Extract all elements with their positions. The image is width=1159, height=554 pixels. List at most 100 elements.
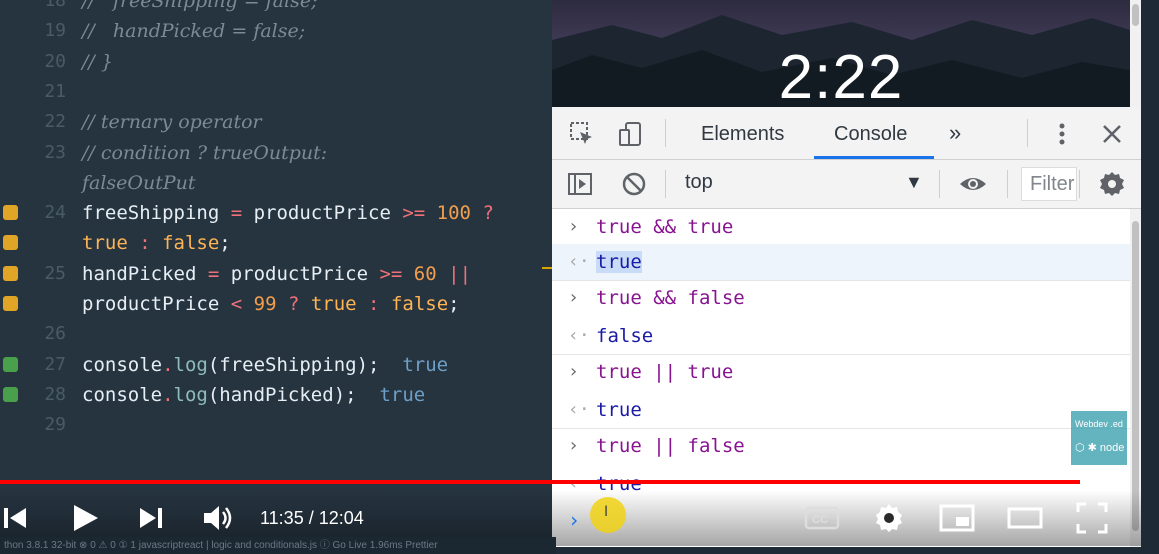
console-expression: true && false: [596, 287, 745, 309]
code-token: <: [230, 293, 243, 315]
console-input-row[interactable]: › true || false: [552, 428, 1130, 464]
line-number: 27: [44, 353, 66, 375]
close-icon[interactable]: [1098, 120, 1126, 148]
video-time: 11:35 / 12:04: [260, 508, 364, 528]
settings-gear-icon[interactable]: [872, 498, 906, 549]
toolbar-separator: [1027, 119, 1028, 147]
theater-mode-icon[interactable]: [1006, 498, 1044, 549]
devtools-tabbar: Elements Console »: [552, 107, 1141, 160]
console-result-row[interactable]: ‹· false: [552, 318, 1130, 354]
code-token: .: [162, 383, 174, 406]
code-token: 60: [413, 262, 437, 285]
code-token: :: [127, 232, 163, 255]
code-token: // }: [82, 50, 113, 73]
code-token: true: [379, 353, 449, 376]
line-number: 26: [44, 323, 66, 345]
input-chevron-icon: ›: [568, 435, 579, 456]
console-result: true: [596, 251, 642, 273]
code-token: >=: [379, 262, 403, 285]
code-token: handPicked: [82, 262, 208, 285]
active-tab-indicator: [814, 156, 934, 159]
console-result-row[interactable]: ‹· true: [552, 244, 1130, 280]
result-chevron-icon: ‹·: [568, 251, 590, 272]
code-token: // freeShipping = false;: [82, 0, 318, 12]
inspect-element-icon[interactable]: [568, 120, 596, 148]
code-token: true: [310, 293, 357, 315]
code-token: 99: [253, 293, 277, 315]
code-text: true : false;: [82, 228, 231, 258]
code-token: ;: [448, 293, 460, 315]
code-token: false: [390, 293, 449, 315]
code-token: falseOutPut: [82, 171, 196, 194]
code-text: // ternary operator: [82, 107, 262, 137]
input-chevron-icon: ›: [568, 361, 579, 382]
code-text: freeShipping = productPrice >= 100 ?: [82, 198, 494, 228]
result-chevron-icon: ‹·: [568, 325, 590, 346]
clear-console-icon[interactable]: [620, 170, 648, 198]
toolbar-separator: [939, 170, 940, 198]
console-result: false: [596, 325, 654, 347]
context-selector[interactable]: top: [685, 171, 713, 194]
code-token: productPrice: [82, 293, 231, 315]
fullscreen-icon[interactable]: [1074, 498, 1110, 549]
code-token: 100: [436, 202, 471, 225]
clock-display: 2:22: [778, 43, 904, 107]
code-text: // }: [82, 47, 113, 77]
sidebar-toggle-icon[interactable]: [566, 170, 594, 198]
cursor-highlight: I: [590, 497, 626, 533]
quokka-success-marker: [3, 356, 18, 372]
console-expression: true || true: [596, 361, 734, 383]
line-number: 25: [44, 262, 66, 284]
code-token: // condition ? trueOutput:: [82, 141, 328, 164]
more-tabs-button[interactable]: »: [949, 120, 961, 146]
quokka-pending-marker: [3, 235, 18, 251]
code-token: productPrice: [242, 202, 403, 225]
quokka-pending-marker: [3, 296, 18, 311]
kebab-menu-icon[interactable]: [1048, 120, 1076, 148]
line-number: 21: [44, 80, 66, 102]
line-number: 22: [44, 111, 66, 133]
code-token: productPrice: [219, 262, 380, 285]
page-scrollbar[interactable]: [1130, 0, 1141, 107]
code-editor[interactable]: 18 // freeShipping = false; 19 // handPicke…: [0, 0, 552, 554]
filter-input[interactable]: Filter: [1021, 167, 1077, 201]
subtitles-icon[interactable]: CC: [804, 498, 840, 549]
console-input-row[interactable]: › true && true: [552, 209, 1130, 245]
code-token: console: [82, 383, 163, 406]
line-number: 18: [44, 0, 66, 11]
context-dropdown-icon[interactable]: ▼: [905, 172, 923, 193]
code-token: ?: [471, 202, 494, 225]
toolbar-separator: [1007, 170, 1008, 198]
code-token: log: [173, 383, 208, 406]
code-token: // handPicked = false;: [82, 20, 306, 43]
console-input-row[interactable]: › true || true: [552, 354, 1130, 390]
result-chevron-icon: ‹·: [568, 399, 590, 420]
code-token: (freeShipping);: [207, 353, 380, 376]
console-result-row[interactable]: ‹· true: [552, 392, 1130, 428]
code-text: // condition ? trueOutput:: [82, 138, 327, 168]
video-progress-bar[interactable]: [0, 480, 1127, 484]
code-token: ?: [276, 293, 311, 315]
line-number: 20: [44, 50, 66, 72]
tab-elements[interactable]: Elements: [701, 123, 784, 146]
page-scrollbar-thumb[interactable]: [1132, 4, 1139, 26]
miniplayer-icon[interactable]: [938, 498, 976, 549]
device-toolbar-icon[interactable]: [616, 120, 644, 148]
quokka-success-marker: [3, 386, 18, 402]
code-text: handPicked = productPrice >= 60 ||: [82, 259, 471, 289]
console-expression: true && true: [596, 216, 734, 238]
console-prompt-icon[interactable]: ›: [568, 508, 580, 532]
line-number: 29: [44, 414, 66, 436]
console-input-row[interactable]: › true && false: [552, 280, 1130, 316]
input-chevron-icon: ›: [568, 216, 579, 237]
console-scrollbar-thumb[interactable]: [1132, 221, 1139, 531]
gear-icon[interactable]: [1098, 170, 1126, 198]
channel-watermark: Webdev .ed ⬡ ✱ node: [1071, 411, 1127, 465]
tab-console[interactable]: Console: [834, 123, 907, 146]
eye-icon[interactable]: [958, 170, 986, 198]
code-token: // ternary operator: [82, 111, 262, 134]
video-background: 2:22: [552, 0, 1130, 107]
code-token: freeShipping: [82, 202, 231, 225]
